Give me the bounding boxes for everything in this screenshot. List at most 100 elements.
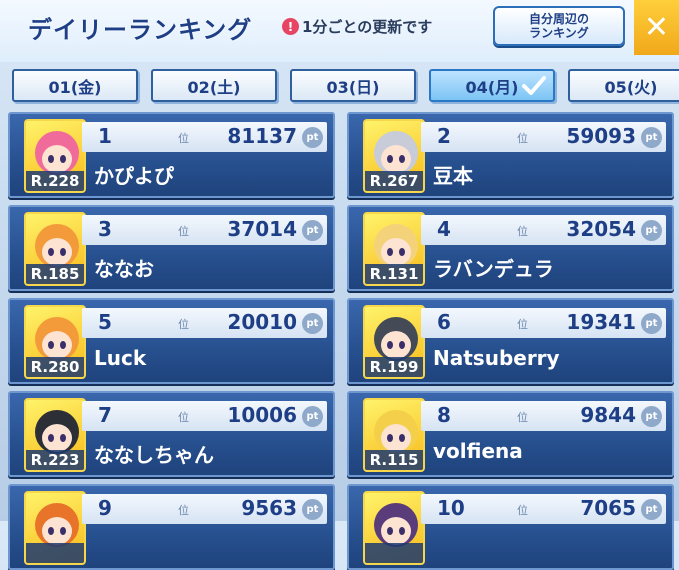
nearby-ranking-label-1: 自分周辺の xyxy=(528,12,589,26)
ranking-entry[interactable]: R.199 6 位 19341 pt Natsuberry xyxy=(347,298,674,384)
ranking-entry[interactable]: R.131 4 位 32054 pt ラバンデュラ xyxy=(347,205,674,291)
player-name: Natsuberry xyxy=(433,346,560,370)
rank-score-bar: 5 位 20010 pt xyxy=(82,308,327,338)
tab-day-02[interactable]: 02(土) xyxy=(151,69,277,102)
pt-badge: pt xyxy=(641,220,662,241)
rank-score-bar: 8 位 9844 pt xyxy=(421,401,666,431)
rank-suffix: 位 xyxy=(517,411,528,424)
avatar: R.199 xyxy=(363,305,425,379)
avatar: R.185 xyxy=(24,212,86,286)
player-level xyxy=(26,543,84,563)
player-level: R.228 xyxy=(26,171,84,191)
pt-badge: pt xyxy=(641,499,662,520)
ranking-list: R.228 1 位 81137 pt かぴよぴ R.267 2 位 59093 pt 豆本 R.185 3… xyxy=(0,112,679,570)
ranking-entry[interactable]: R.115 8 位 9844 pt volfiena xyxy=(347,391,674,477)
rank-suffix: 位 xyxy=(178,504,189,517)
check-icon xyxy=(522,76,546,95)
tab-label: 05(火) xyxy=(604,77,658,97)
nearby-ranking-button[interactable]: 自分周辺の ランキング xyxy=(493,6,625,46)
avatar: R.131 xyxy=(363,212,425,286)
rank-score-bar: 2 位 59093 pt xyxy=(421,122,666,152)
pt-badge: pt xyxy=(302,127,323,148)
player-name: ななお xyxy=(94,257,154,281)
score-value: 10006 xyxy=(227,403,297,427)
ranking-entry[interactable]: R.280 5 位 20010 pt Luck xyxy=(8,298,335,384)
rank-number: 2 xyxy=(437,124,451,148)
rank-score-bar: 7 位 10006 pt xyxy=(82,401,327,431)
tab-label: 04(月) xyxy=(465,77,519,97)
pt-badge: pt xyxy=(641,313,662,334)
tab-label: 01(金) xyxy=(48,77,102,97)
score-value: 9844 xyxy=(580,403,636,427)
score-value: 81137 xyxy=(227,124,297,148)
rank-number: 7 xyxy=(98,403,112,427)
avatar: R.115 xyxy=(363,398,425,472)
rank-score-bar: 3 位 37014 pt xyxy=(82,215,327,245)
pt-badge: pt xyxy=(641,406,662,427)
rank-number: 3 xyxy=(98,217,112,241)
ranking-entry[interactable]: R.223 7 位 10006 pt ななしちゃん xyxy=(8,391,335,477)
rank-number: 4 xyxy=(437,217,451,241)
rank-suffix: 位 xyxy=(517,132,528,145)
player-level: R.267 xyxy=(365,171,423,191)
ranking-entry[interactable]: R.185 3 位 37014 pt ななお xyxy=(8,205,335,291)
rank-score-bar: 1 位 81137 pt xyxy=(82,122,327,152)
header-bar: デイリーランキング ! 1分ごとの更新です 自分周辺の ランキング ✕ xyxy=(0,0,679,62)
avatar: R.223 xyxy=(24,398,86,472)
close-icon: ✕ xyxy=(643,10,670,45)
player-name: Luck xyxy=(94,346,147,370)
rank-number: 5 xyxy=(98,310,112,334)
score-value: 19341 xyxy=(566,310,636,334)
pt-badge: pt xyxy=(641,127,662,148)
pt-badge: pt xyxy=(302,313,323,334)
tab-day-04[interactable]: 04(月) xyxy=(429,69,555,102)
rank-score-bar: 6 位 19341 pt xyxy=(421,308,666,338)
close-button[interactable]: ✕ xyxy=(634,0,679,55)
rank-number: 1 xyxy=(98,124,112,148)
avatar: R.228 xyxy=(24,119,86,193)
score-value: 37014 xyxy=(227,217,297,241)
rank-number: 6 xyxy=(437,310,451,334)
player-name: ななしちゃん xyxy=(94,443,214,467)
rank-suffix: 位 xyxy=(178,318,189,331)
rank-score-bar: 4 位 32054 pt xyxy=(421,215,666,245)
rank-suffix: 位 xyxy=(178,132,189,145)
player-name: かぴよぴ xyxy=(94,164,174,188)
tab-day-05[interactable]: 05(火) xyxy=(568,69,679,102)
player-level: R.131 xyxy=(365,264,423,284)
player-level: R.185 xyxy=(26,264,84,284)
score-value: 20010 xyxy=(227,310,297,334)
ranking-entry[interactable]: R.228 1 位 81137 pt かぴよぴ xyxy=(8,112,335,198)
player-name: ラバンデュラ xyxy=(433,257,554,281)
player-level: R.223 xyxy=(26,450,84,470)
rank-number: 9 xyxy=(98,496,112,520)
player-level: R.199 xyxy=(365,357,423,377)
player-level xyxy=(365,543,423,563)
score-value: 32054 xyxy=(566,217,636,241)
rank-number: 8 xyxy=(437,403,451,427)
tab-day-03[interactable]: 03(日) xyxy=(290,69,416,102)
ranking-entry[interactable]: 10 位 7065 pt xyxy=(347,484,674,570)
rank-suffix: 位 xyxy=(517,318,528,331)
player-name: volfiena xyxy=(433,439,523,463)
rank-number: 10 xyxy=(437,496,465,520)
pt-badge: pt xyxy=(302,220,323,241)
tab-day-01[interactable]: 01(金) xyxy=(12,69,138,102)
player-level: R.280 xyxy=(26,357,84,377)
player-name: 豆本 xyxy=(433,164,473,188)
avatar xyxy=(24,491,86,565)
tab-label: 03(日) xyxy=(326,77,380,97)
page-title: デイリーランキング xyxy=(28,16,253,44)
ranking-entry[interactable]: R.267 2 位 59093 pt 豆本 xyxy=(347,112,674,198)
rank-suffix: 位 xyxy=(178,411,189,424)
player-level: R.115 xyxy=(365,450,423,470)
score-value: 7065 xyxy=(580,496,636,520)
ranking-entry[interactable]: 9 位 9563 pt xyxy=(8,484,335,570)
pt-badge: pt xyxy=(302,406,323,427)
score-value: 59093 xyxy=(566,124,636,148)
avatar: R.280 xyxy=(24,305,86,379)
tab-label: 02(土) xyxy=(187,77,241,97)
nearby-ranking-label-2: ランキング xyxy=(529,26,589,40)
update-notice-text: 1分ごとの更新です xyxy=(302,18,433,36)
avatar xyxy=(363,491,425,565)
